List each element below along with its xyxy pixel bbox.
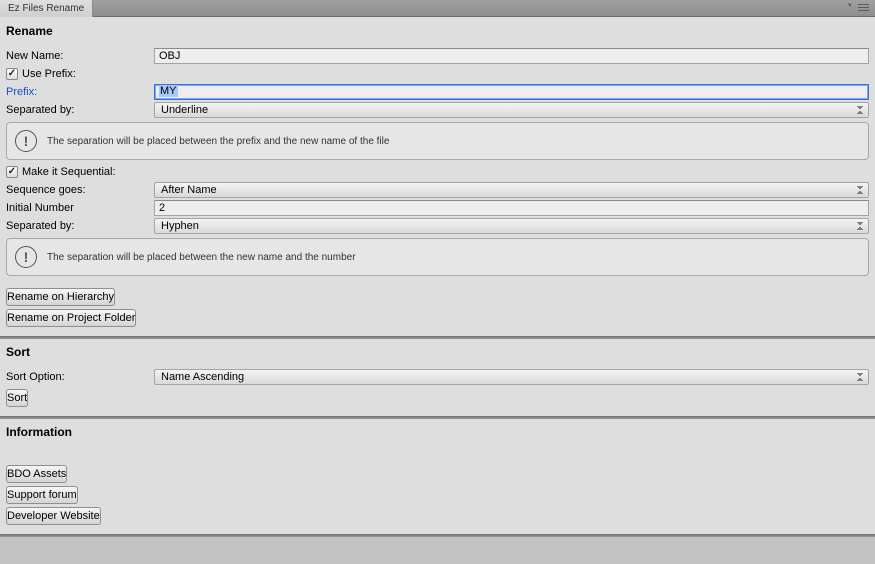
help-number-text: The separation will be placed between th…	[47, 252, 356, 263]
use-prefix-label: Use Prefix:	[22, 68, 76, 80]
initial-number-input[interactable]	[154, 200, 869, 216]
sort-option-label: Sort Option:	[6, 371, 154, 383]
new-name-label: New Name:	[6, 50, 154, 62]
sort-header: Sort	[0, 339, 875, 364]
separated-by-2-select[interactable]: Hyphen	[154, 218, 869, 234]
help-number-separation: ! The separation will be placed between …	[6, 238, 869, 276]
sequence-goes-select[interactable]: After Name	[154, 182, 869, 198]
separated-by-2-label: Separated by:	[6, 220, 154, 232]
window-tab[interactable]: Ez Files Rename	[0, 0, 93, 17]
sort-button[interactable]: Sort	[6, 389, 28, 407]
window-titlebar: Ez Files Rename	[0, 0, 875, 17]
sort-option-value: Name Ascending	[161, 371, 244, 383]
info-icon: !	[15, 130, 37, 152]
use-prefix-checkbox[interactable]	[6, 68, 18, 80]
panel-menu-icon[interactable]	[855, 3, 869, 13]
rename-header: Rename	[0, 17, 875, 43]
new-name-input[interactable]	[154, 48, 869, 64]
rename-hierarchy-button[interactable]: Rename on Hierarchy	[6, 288, 115, 306]
window-tab-title: Ez Files Rename	[8, 3, 84, 14]
support-forum-button[interactable]: Support forum	[6, 486, 78, 504]
sequence-goes-label: Sequence goes:	[6, 184, 154, 196]
sequence-goes-value: After Name	[161, 184, 217, 196]
separated-by-1-value: Underline	[161, 104, 208, 116]
help-prefix-separation: ! The separation will be placed between …	[6, 122, 869, 160]
make-sequential-label: Make it Sequential:	[22, 166, 116, 178]
prefix-label: Prefix:	[6, 86, 154, 98]
separated-by-2-value: Hyphen	[161, 220, 199, 232]
make-sequential-checkbox[interactable]	[6, 166, 18, 178]
separated-by-1-select[interactable]: Underline	[154, 102, 869, 118]
rename-project-button[interactable]: Rename on Project Folder	[6, 309, 136, 327]
help-prefix-text: The separation will be placed between th…	[47, 136, 389, 147]
initial-number-label: Initial Number	[6, 202, 154, 214]
info-icon: !	[15, 246, 37, 268]
prefix-input[interactable]	[154, 84, 869, 100]
developer-website-button[interactable]: Developer Website	[6, 507, 101, 525]
sort-option-select[interactable]: Name Ascending	[154, 369, 869, 385]
separated-by-1-label: Separated by:	[6, 104, 154, 116]
information-header: Information	[0, 419, 875, 444]
bdo-assets-button[interactable]: BDO Assets	[6, 465, 67, 483]
